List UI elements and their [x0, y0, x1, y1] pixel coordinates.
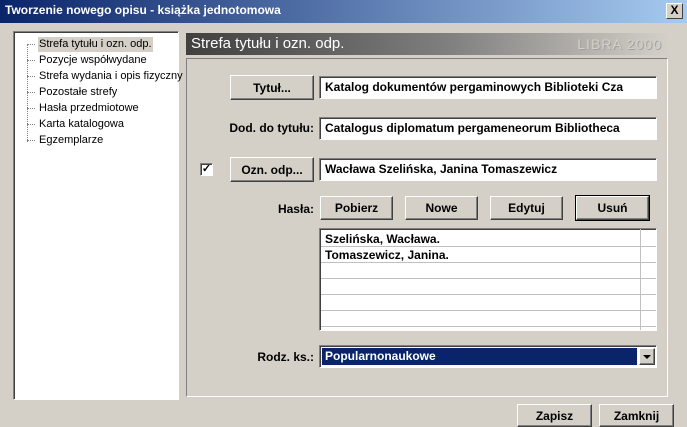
- list-cell: [641, 247, 656, 263]
- rodz-ks-selected-value: Popularnonaukowe: [321, 347, 638, 366]
- tree-item-label: Pozostałe strefy: [39, 86, 118, 98]
- ozn-odp-field[interactable]: Wacława Szelińska, Janina Tomaszewicz: [319, 158, 657, 181]
- tree-item-label: Egzemplarze: [39, 134, 104, 146]
- usun-button[interactable]: Usuń: [575, 195, 650, 221]
- dod-do-tytulu-label: Dod. do tytułu:: [229, 121, 314, 135]
- dropdown-arrow-button[interactable]: [639, 348, 655, 365]
- dod-do-tytulu-field[interactable]: Catalogus diplomatum pergameneorum Bibli…: [319, 117, 657, 140]
- close-button[interactable]: X: [666, 3, 683, 19]
- tree-item-label: Strefa wydania i opis fizyczny: [39, 70, 183, 82]
- tree-item-label: Pozycje współwydane: [39, 54, 147, 66]
- edytuj-button[interactable]: Edytuj: [490, 196, 563, 220]
- title-bar: Tworzenie nowego opisu - książka jednoto…: [0, 0, 687, 23]
- rodz-ks-select[interactable]: Popularnonaukowe: [319, 345, 657, 368]
- list-item[interactable]: Tomaszewicz, Janina.: [321, 247, 641, 263]
- list-cell: [641, 295, 656, 311]
- list-item-empty[interactable]: [321, 279, 641, 295]
- list-cell: [641, 311, 656, 327]
- hasla-list[interactable]: Szelińska, Wacława. Tomaszewicz, Janina.: [319, 228, 657, 331]
- rodz-ks-label: Rodz. ks.:: [257, 350, 314, 364]
- hasla-label: Hasła:: [277, 202, 314, 216]
- section-header: Strefa tytułu i ozn. odp. LIBRA 2000: [186, 33, 668, 55]
- list-cell: [641, 279, 656, 295]
- pobierz-button[interactable]: Pobierz: [320, 196, 393, 220]
- section-title: Strefa tytułu i ozn. odp.: [191, 35, 345, 52]
- list-item-empty[interactable]: [321, 295, 641, 311]
- tytul-field[interactable]: Katalog dokumentów pergaminowych Bibliot…: [319, 76, 657, 99]
- zamknij-button[interactable]: Zamknij: [599, 404, 674, 427]
- list-cell: [641, 263, 656, 279]
- tree-item-label: Karta katalogowa: [39, 118, 124, 130]
- list-item-empty[interactable]: [321, 263, 641, 279]
- brand-logo: LIBRA 2000: [577, 36, 662, 52]
- section-tree: Strefa tytułu i ozn. odp. Pozycje współw…: [13, 31, 183, 400]
- nowe-button[interactable]: Nowe: [405, 196, 478, 220]
- list-cell: [641, 231, 656, 247]
- list-item[interactable]: Szelińska, Wacława.: [321, 231, 641, 247]
- window-title: Tworzenie nowego opisu - książka jednoto…: [5, 3, 281, 17]
- chevron-down-icon: [643, 354, 651, 359]
- tytul-button[interactable]: Tytuł...: [230, 75, 314, 100]
- tree-item-label: Strefa tytułu i ozn. odp.: [38, 37, 153, 52]
- list-item-empty[interactable]: [321, 311, 641, 327]
- ozn-odp-checkbox[interactable]: ✓: [200, 163, 213, 176]
- ozn-odp-button[interactable]: Ozn. odp...: [230, 157, 314, 182]
- zapisz-button[interactable]: Zapisz: [517, 404, 592, 427]
- tree-item-label: Hasła przedmiotowe: [39, 102, 139, 114]
